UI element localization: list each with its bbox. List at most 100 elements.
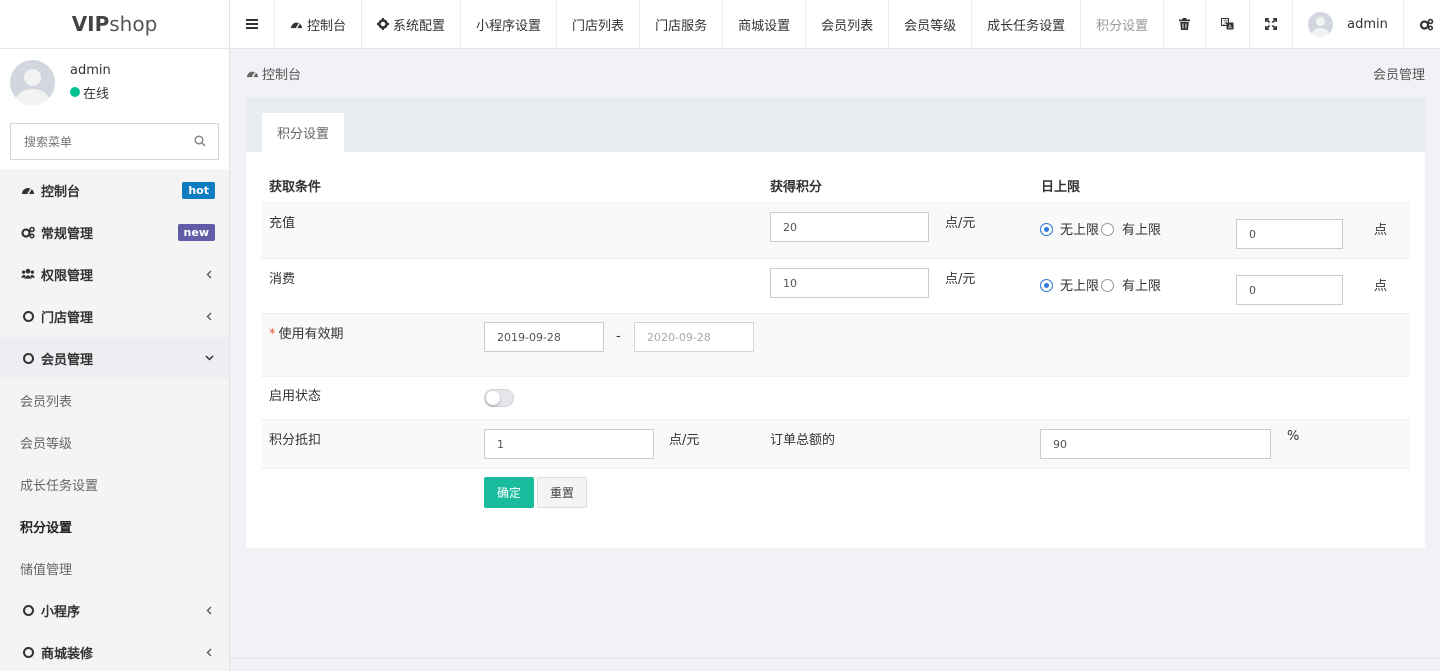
validity-start-date[interactable]: 2019-09-28 bbox=[484, 322, 604, 352]
sidebar-item-growth-tasks[interactable]: 成长任务设置 bbox=[0, 463, 229, 505]
sidebar-item-label: 积分设置 bbox=[20, 520, 73, 536]
user-status: 在线 bbox=[70, 83, 111, 102]
points-form: 获取条件 获得积分 日上限 充值 20 点/元 无上限 有上限 0 点 消费 1… bbox=[261, 168, 1410, 518]
tab-system-config[interactable]: 系统配置 bbox=[362, 0, 462, 48]
sidebar-item-dashboard[interactable]: 控制台 hot bbox=[0, 169, 229, 211]
tab-store-list[interactable]: 门店列表 bbox=[557, 0, 641, 48]
required-mark: * bbox=[269, 327, 276, 342]
sidebar-toggle-button[interactable] bbox=[230, 0, 275, 48]
sidebar-item-mall-decoration[interactable]: 商城装修 bbox=[0, 631, 229, 671]
trash-icon bbox=[1179, 18, 1191, 30]
settings-button[interactable] bbox=[1404, 0, 1440, 48]
sidebar-item-general[interactable]: 常规管理 new bbox=[0, 211, 229, 253]
language-button[interactable]: 文A bbox=[1206, 0, 1251, 48]
form-actions: 确定 重置 bbox=[261, 468, 1410, 518]
percent-unit: % bbox=[1287, 429, 1300, 444]
reset-button[interactable]: 重置 bbox=[537, 477, 587, 508]
circle-icon bbox=[21, 603, 35, 617]
sidebar-item-points-settings[interactable]: 积分设置 bbox=[0, 505, 229, 547]
row-label: 充值 bbox=[269, 216, 296, 231]
consume-limit-input[interactable]: 0 bbox=[1236, 275, 1343, 305]
consume-no-limit-radio[interactable] bbox=[1040, 279, 1053, 292]
sidebar-item-miniprogram[interactable]: 小程序 bbox=[0, 589, 229, 631]
brand-rest: shop bbox=[109, 12, 158, 36]
status-toggle[interactable] bbox=[484, 389, 514, 407]
sidebar-item-stored-value[interactable]: 储值管理 bbox=[0, 547, 229, 589]
brand-logo[interactable]: VIP shop bbox=[0, 0, 229, 49]
svg-text:A: A bbox=[1228, 25, 1232, 31]
tab-label: 成长任务设置 bbox=[987, 18, 1066, 34]
consume-points-input[interactable]: 10 bbox=[770, 268, 929, 298]
sidebar-item-stores[interactable]: 门店管理 bbox=[0, 295, 229, 337]
sidebar-menu: 控制台 hot 常规管理 new 权限管理 门店管理 会员管理 会员列表 会员等… bbox=[0, 169, 229, 671]
tab-label: 商城设置 bbox=[738, 18, 791, 34]
chevron-left-icon bbox=[203, 646, 215, 658]
tab-points-settings-panel[interactable]: 积分设置 bbox=[262, 113, 344, 152]
sidebar-item-label: 门店管理 bbox=[41, 310, 94, 326]
recharge-points-input[interactable]: 20 bbox=[770, 212, 929, 242]
radio-label: 无上限 bbox=[1060, 279, 1100, 294]
date-separator: - bbox=[616, 329, 621, 344]
tab-mall-settings[interactable]: 商城设置 bbox=[723, 0, 807, 48]
tab-store-service[interactable]: 门店服务 bbox=[640, 0, 724, 48]
menu-search-input[interactable] bbox=[11, 124, 218, 159]
consume-has-limit-radio[interactable] bbox=[1101, 279, 1114, 292]
top-navbar: 控制台 系统配置 小程序设置 门店列表 门店服务 商城设置 会员列表 会员等级 … bbox=[230, 0, 1440, 49]
tab-miniprogram-settings[interactable]: 小程序设置 bbox=[461, 0, 558, 48]
tab-label: 小程序设置 bbox=[476, 18, 542, 34]
chevron-left-icon bbox=[203, 268, 215, 280]
order-percent-input[interactable]: 90 bbox=[1040, 429, 1271, 459]
fullscreen-button[interactable] bbox=[1250, 0, 1294, 48]
tab-growth-tasks[interactable]: 成长任务设置 bbox=[972, 0, 1082, 48]
tab-label: 门店服务 bbox=[655, 18, 708, 34]
tab-dashboard[interactable]: 控制台 bbox=[275, 0, 363, 48]
header-condition: 获取条件 bbox=[269, 180, 322, 195]
points-settings-panel: 积分设置 获取条件 获得积分 日上限 充值 20 点/元 无上限 有上限 0 点 bbox=[246, 97, 1425, 548]
deduct-points-input[interactable]: 1 bbox=[484, 429, 654, 459]
tab-label: 会员列表 bbox=[821, 18, 874, 34]
fullscreen-icon bbox=[1265, 18, 1278, 30]
tab-points-settings[interactable]: 积分设置 bbox=[1081, 0, 1165, 48]
circle-icon bbox=[21, 309, 35, 323]
dashboard-icon bbox=[21, 183, 35, 197]
user-menu[interactable]: admin bbox=[1293, 0, 1404, 48]
limit-unit: 点 bbox=[1374, 223, 1388, 238]
tab-member-levels[interactable]: 会员等级 bbox=[889, 0, 973, 48]
sidebar-item-member-list[interactable]: 会员列表 bbox=[0, 379, 229, 421]
dashboard-icon bbox=[246, 68, 259, 79]
points-unit: 点/元 bbox=[945, 216, 976, 231]
online-dot-icon bbox=[70, 87, 80, 97]
submit-button[interactable]: 确定 bbox=[484, 477, 534, 508]
sidebar-item-label: 商城装修 bbox=[41, 646, 94, 662]
search-icon[interactable] bbox=[194, 135, 206, 151]
tab-label: 积分设置 bbox=[1096, 18, 1149, 34]
breadcrumb-section: 会员管理 bbox=[1372, 67, 1425, 83]
sidebar-item-permissions[interactable]: 权限管理 bbox=[0, 253, 229, 295]
tab-member-list[interactable]: 会员列表 bbox=[806, 0, 890, 48]
tab-label: 门店列表 bbox=[572, 18, 625, 34]
breadcrumb-current: 控制台 bbox=[262, 67, 302, 83]
hamburger-icon bbox=[246, 19, 258, 29]
sidebar-item-label: 成长任务设置 bbox=[20, 478, 99, 494]
language-icon: 文A bbox=[1221, 18, 1234, 30]
deduct-label: 积分抵扣 bbox=[269, 433, 322, 448]
validity-end-date[interactable]: 2020-09-28 bbox=[634, 322, 754, 352]
validity-label: * 使用有效期 bbox=[269, 323, 344, 342]
breadcrumb[interactable]: 控制台 bbox=[246, 64, 301, 83]
points-unit: 点/元 bbox=[945, 272, 976, 287]
clear-cache-button[interactable] bbox=[1164, 0, 1207, 48]
tab-label: 控制台 bbox=[307, 18, 347, 34]
sidebar-item-members[interactable]: 会员管理 bbox=[0, 337, 229, 379]
new-badge: new bbox=[177, 223, 215, 241]
sidebar-item-member-levels[interactable]: 会员等级 bbox=[0, 421, 229, 463]
sidebar-item-label: 会员列表 bbox=[20, 394, 73, 410]
sidebar-item-label: 会员管理 bbox=[41, 352, 94, 368]
header-points: 获得积分 bbox=[770, 180, 823, 195]
row-label: 消费 bbox=[269, 272, 296, 287]
recharge-limit-input[interactable]: 0 bbox=[1236, 219, 1343, 249]
radio-label: 无上限 bbox=[1060, 223, 1100, 238]
validity-label-text: 使用有效期 bbox=[278, 327, 344, 342]
recharge-no-limit-radio[interactable] bbox=[1040, 223, 1053, 236]
recharge-has-limit-radio[interactable] bbox=[1101, 223, 1114, 236]
user-menu-name: admin bbox=[1347, 16, 1388, 32]
